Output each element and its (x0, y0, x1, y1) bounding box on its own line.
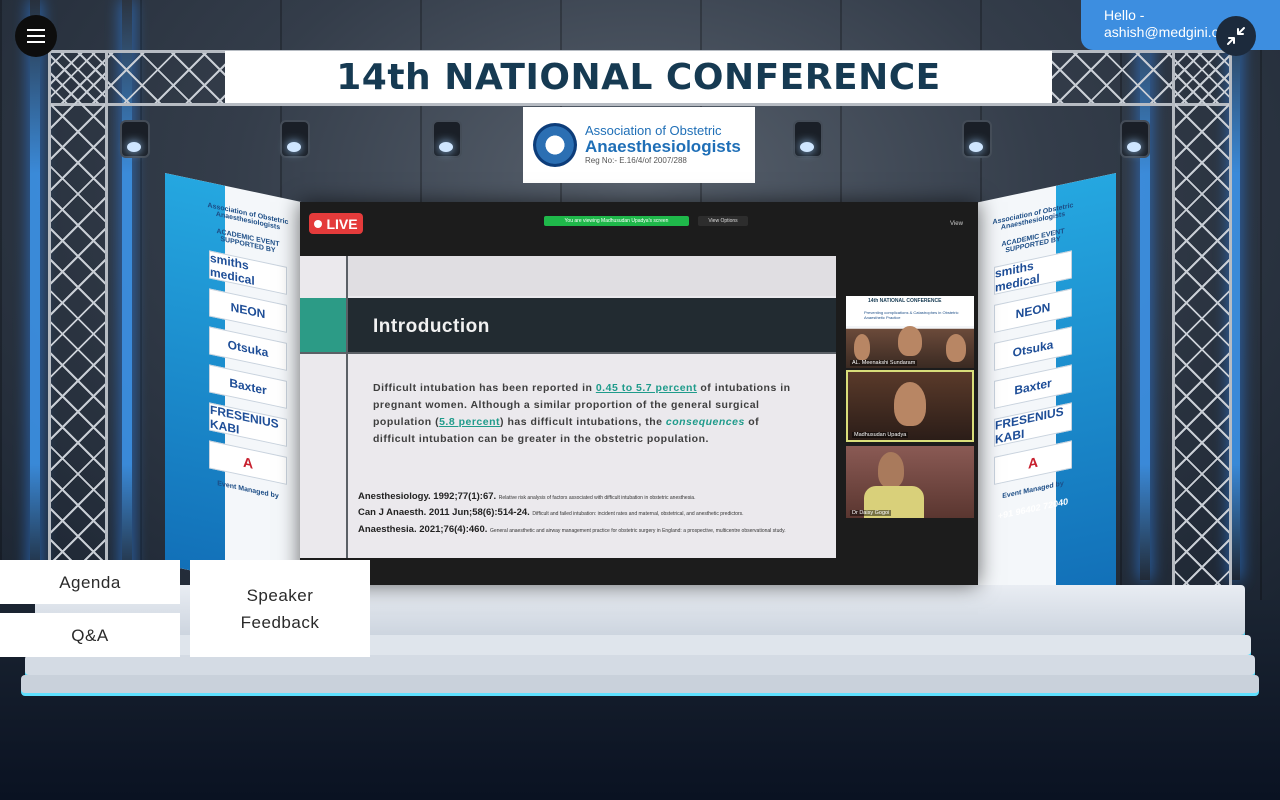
participant-tile[interactable]: Dr Daisy Gogoi (846, 446, 974, 518)
slide-body-text: ) has difficult intubations, the (500, 416, 666, 428)
spotlight (280, 120, 310, 158)
truss-right (1172, 50, 1232, 590)
live-label: LIVE (326, 215, 358, 232)
participant-video (898, 326, 922, 356)
conference-banner: 14th NATIONAL CONFERENCE (225, 51, 1052, 103)
hamburger-menu-icon[interactable] (15, 15, 57, 57)
sponsor-logo: Baxter (994, 364, 1072, 409)
sponsor-panel-right: Association of Obstetric Anaesthesiologi… (976, 173, 1116, 615)
spotlight (793, 120, 823, 158)
spotlight (120, 120, 150, 158)
slide-highlight: 0.45 to 5.7 percent (595, 382, 697, 394)
stage-step (25, 655, 1255, 675)
stage-step (21, 675, 1259, 693)
slide-body: Difficult intubation has been reported i… (373, 380, 793, 448)
viewing-screen-banner: You are viewing Madhusudan Upadya's scre… (544, 216, 689, 226)
sponsor-logo: Baxter (209, 364, 287, 409)
sponsor-panel-left: Association of Obstetric Anaesthesiologi… (165, 173, 305, 595)
truss-left (48, 50, 108, 590)
view-options-button[interactable]: View Options (698, 216, 748, 226)
slide-body-text: Difficult intubation has been reported i… (373, 382, 596, 394)
slide-divider (300, 352, 836, 354)
view-button[interactable]: View (950, 221, 963, 227)
participant-tile-active[interactable]: Madhusudan Upadya (846, 370, 974, 442)
reference-title: General anaesthetic and airway managemen… (490, 527, 786, 534)
minimize-arrows-icon (1227, 27, 1245, 45)
sponsor-logo: FRESENIUS KABI (994, 402, 1072, 447)
sponsor-logo: Otsuka (209, 326, 287, 371)
reference-item: Anaesthesia. 2021;76(4):460. General ana… (358, 523, 828, 535)
conference-title: 14th NATIONAL CONFERENCE (336, 56, 941, 98)
participant-name: Dr Daisy Gogoi (850, 510, 892, 516)
sponsor-logo: NEON (994, 288, 1072, 333)
tile-header-subtitle: Preventing complications & Catastrophes … (864, 310, 959, 320)
live-dot-icon (314, 219, 323, 228)
reference-title: Difficult and failed intubation: inciden… (532, 511, 744, 518)
slide-emphasis: consequences (665, 416, 745, 428)
sponsor-panel-managed: Event Managed by (217, 480, 279, 501)
slide-references: Anesthesiology. 1992;77(1):67. Relative … (358, 491, 828, 541)
agenda-button[interactable]: Agenda (0, 560, 180, 604)
slide-title: Introduction (373, 316, 490, 337)
org-name-line2: Anaesthesiologists (585, 137, 741, 157)
reference-item: Can J Anaesth. 2011 Jun;58(6):514-24. Di… (358, 508, 828, 518)
participant-video (894, 382, 926, 426)
participant-name: Madhusudan Upadya (852, 432, 909, 438)
light-bar (30, 0, 40, 580)
org-name-line1: Association of Obstetric (585, 123, 722, 139)
sponsor-logo: A (209, 440, 287, 485)
reference-citation: Anesthesiology. 1992;77(1):67. (358, 491, 497, 502)
speaker-feedback-button[interactable]: Speaker Feedback (190, 560, 370, 657)
org-seal-icon (533, 123, 577, 167)
reference-item: Anesthesiology. 1992;77(1):67. Relative … (358, 491, 828, 502)
sponsor-logo: FRESENIUS KABI (209, 402, 287, 447)
org-logo: Association of Obstetric Anaesthesiologi… (523, 107, 755, 183)
live-badge: LIVE (309, 213, 363, 234)
org-reg-number: Reg No:- E.16/4/of 2007/288 (585, 156, 687, 166)
participant-video (946, 334, 966, 362)
spotlight (962, 120, 992, 158)
spotlight (432, 120, 462, 158)
qa-button[interactable]: Q&A (0, 613, 180, 657)
sponsor-logo: Otsuka (994, 326, 1072, 371)
reference-title: Relative risk analysis of factors associ… (498, 495, 696, 501)
presentation-slide: Introduction Difficult intubation has be… (300, 256, 836, 558)
live-stream-screen[interactable]: LIVE You are viewing Madhusudan Upadya's… (300, 202, 978, 585)
slide-accent-block (300, 298, 346, 352)
sponsor-logo: smiths medical (209, 250, 287, 295)
slide-highlight: 5.8 percent (439, 416, 501, 428)
slide-top-bar (348, 256, 836, 296)
reference-citation: Anaesthesia. 2021;76(4):460. (358, 523, 488, 535)
participant-name: AL. Meenakshi Sundaram (850, 360, 918, 366)
participant-tile[interactable]: 14th NATIONAL CONFERENCE Preventing comp… (846, 296, 974, 368)
tile-header: 14th NATIONAL CONFERENCE Preventing comp… (846, 296, 974, 326)
sponsor-panel-phone: +91 96402 72040 (997, 496, 1069, 522)
virtual-stage: 14th NATIONAL CONFERENCE Association of … (0, 0, 1280, 800)
sponsor-logo: A (994, 440, 1072, 485)
sponsor-panel-managed: Event Managed by (1002, 480, 1064, 501)
participant-video (854, 334, 870, 360)
tile-header-title: 14th NATIONAL CONFERENCE (868, 298, 942, 304)
spotlight (1120, 120, 1150, 158)
sponsor-logo: smiths medical (994, 250, 1072, 295)
sponsor-logo: NEON (209, 288, 287, 333)
reference-citation: Can J Anaesth. 2011 Jun;58(6):514-24. (358, 507, 530, 519)
screen-bottom-bar (300, 558, 978, 585)
participant-video (878, 452, 904, 488)
minimize-arrows-icon[interactable] (1216, 16, 1256, 56)
